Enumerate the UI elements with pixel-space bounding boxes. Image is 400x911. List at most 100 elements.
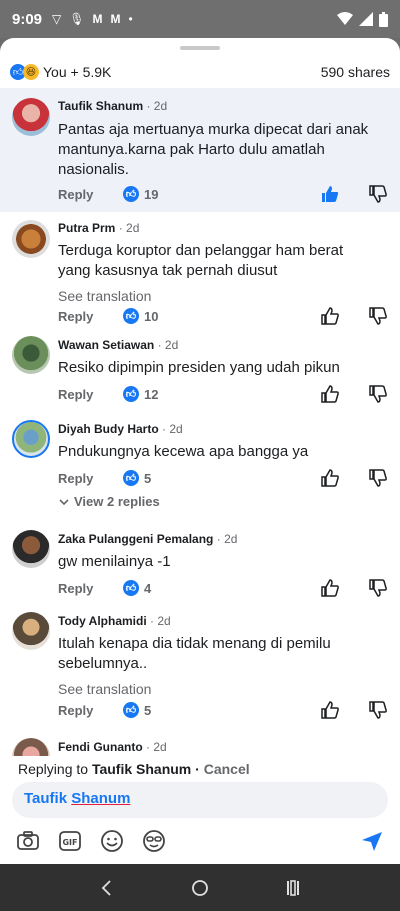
comment-actions: Reply 👍︎ 10 <box>58 306 400 326</box>
comment-item: Taufik Shanum · 2d Pantas aja mertuanya … <box>0 88 400 212</box>
like-button-icon[interactable] <box>320 700 340 720</box>
comment-author[interactable]: Putra Prm · 2d <box>58 221 139 235</box>
comment-actions: Reply 👍︎ 5 <box>58 700 400 720</box>
see-translation-link[interactable]: See translation <box>58 681 151 697</box>
avatar[interactable] <box>12 220 50 258</box>
avatar[interactable] <box>12 738 50 758</box>
notification-icons: ▽ 🎙︎ M M • <box>52 12 133 26</box>
comment-actions: Reply 👍︎ 12 <box>58 384 400 404</box>
status-time: 9:09 <box>12 10 43 28</box>
avatar[interactable] <box>12 98 50 136</box>
like-icon: 👍︎ <box>123 580 139 596</box>
avatar[interactable] <box>12 530 50 568</box>
comment-actions: Reply 👍︎ 5 <box>58 468 400 488</box>
avatar[interactable] <box>12 420 50 458</box>
reply-button[interactable]: Reply <box>58 581 123 596</box>
dislike-button-icon[interactable] <box>368 700 388 720</box>
like-count: 👍︎ 5 <box>123 470 151 486</box>
like-button-icon[interactable] <box>320 184 340 204</box>
haha-reaction-icon: 😆︎ <box>23 64 39 80</box>
avatar[interactable] <box>12 612 50 650</box>
dot-icon: • <box>128 12 133 26</box>
wifi-icon <box>337 12 353 25</box>
like-count: 👍︎ 4 <box>123 580 151 596</box>
dislike-button-icon[interactable] <box>368 468 388 488</box>
comment-author[interactable]: Zaka Pulanggeni Pemalang · 2d <box>58 532 237 546</box>
home-icon[interactable] <box>190 878 210 898</box>
gif-icon[interactable]: GIF <box>58 829 82 853</box>
like-button-icon[interactable] <box>320 468 340 488</box>
avatar-sticker-icon[interactable] <box>142 829 166 853</box>
comment-actions: Reply 👍︎ 19 <box>58 184 400 204</box>
comment-author[interactable]: Taufik Shanum · 2d <box>58 99 167 113</box>
like-button-icon[interactable] <box>320 306 340 326</box>
comment-item: Tody Alphamidi · 2d Itulah kenapa dia ti… <box>0 608 400 732</box>
see-translation-link[interactable]: See translation <box>58 288 151 304</box>
system-nav-bar <box>0 864 400 911</box>
comment-input[interactable]: Taufik Shanum <box>12 782 388 818</box>
comment-item: Diyah Budy Harto · 2d Pndukungnya kecewa… <box>0 416 400 524</box>
comment-text: Pantas aja mertuanya murka dipecat dari … <box>58 121 369 178</box>
comment-author[interactable]: Tody Alphamidi · 2d <box>58 614 171 628</box>
comment-text: gw menilainya -1 <box>58 553 171 570</box>
back-icon[interactable] <box>97 878 117 898</box>
gmail-icon: M <box>92 12 103 26</box>
vpn-icon: ▽ <box>52 12 62 26</box>
like-icon: 👍︎ <box>123 470 139 486</box>
comment-item: Putra Prm · 2d Terduga koruptor dan pela… <box>0 212 400 332</box>
comment-author[interactable]: Diyah Budy Harto · 2d <box>58 422 183 436</box>
comment-list[interactable]: Taufik Shanum · 2d Pantas aja mertuanya … <box>0 88 400 758</box>
comment-text: Resiko dipimpin presiden yang udah pikun <box>58 359 340 376</box>
reply-button[interactable]: Reply <box>58 309 123 324</box>
mention-first-name: Taufik <box>24 790 68 807</box>
comment-actions: Reply 👍︎ 4 <box>58 578 400 598</box>
gmail-icon: M <box>110 12 121 26</box>
drag-handle[interactable] <box>180 46 220 50</box>
dislike-button-icon[interactable] <box>368 578 388 598</box>
dislike-button-icon[interactable] <box>368 184 388 204</box>
comment-author[interactable]: Wawan Setiawan · 2d <box>58 338 178 352</box>
avatar[interactable] <box>12 336 50 374</box>
like-button-icon[interactable] <box>320 578 340 598</box>
battery-icon <box>379 11 388 27</box>
camera-icon[interactable] <box>16 829 40 853</box>
cancel-reply-link[interactable]: Cancel <box>204 761 250 777</box>
comment-text: Terduga koruptor dan pelanggar ham berat… <box>58 242 344 279</box>
like-count: 👍︎ 19 <box>123 186 158 202</box>
comment-text: Pndukungnya kecewa apa bangga ya <box>58 443 309 460</box>
comment-item: Wawan Setiawan · 2d Resiko dipimpin pres… <box>0 332 400 416</box>
comment-item: Zaka Pulanggeni Pemalang · 2d gw menilai… <box>0 524 400 608</box>
dislike-button-icon[interactable] <box>368 306 388 326</box>
reaction-count: You + 5.9K <box>43 64 112 80</box>
send-icon[interactable] <box>360 829 384 853</box>
chevron-down-icon <box>59 498 69 505</box>
dislike-button-icon[interactable] <box>368 384 388 404</box>
composer-toolbar: GIF <box>0 824 400 858</box>
signal-icon <box>359 12 373 26</box>
comment-item: Fendi Gunanto · 2d <box>0 732 400 758</box>
comment-text: Itulah kenapa dia tidak menang di pemilu… <box>58 635 331 672</box>
mention-last-name: Shanum <box>71 790 131 807</box>
recents-icon[interactable] <box>283 878 303 898</box>
comments-sheet: 👍︎ 😆︎ You + 5.9K 590 shares Taufik Shanu… <box>0 38 400 864</box>
like-icon: 👍︎ <box>123 386 139 402</box>
reply-button[interactable]: Reply <box>58 471 123 486</box>
like-icon: 👍︎ <box>123 186 139 202</box>
like-button-icon[interactable] <box>320 384 340 404</box>
view-replies-button[interactable]: View 2 replies <box>58 494 160 509</box>
comment-author[interactable]: Fendi Gunanto · 2d <box>58 740 167 754</box>
like-icon: 👍︎ <box>123 308 139 324</box>
like-icon: 👍︎ <box>123 702 139 718</box>
replying-to-name: Taufik Shanum <box>91 761 192 777</box>
reply-button[interactable]: Reply <box>58 187 123 202</box>
status-bar: 9:09 ▽ 🎙︎ M M • <box>0 0 400 38</box>
reaction-summary[interactable]: 👍︎ 😆︎ You + 5.9K 590 shares <box>0 58 400 86</box>
mic-icon: 🎙︎ <box>69 12 85 26</box>
reply-button[interactable]: Reply <box>58 387 123 402</box>
shares-count[interactable]: 590 shares <box>321 64 390 80</box>
svg-text:GIF: GIF <box>62 838 77 847</box>
like-count: 👍︎ 10 <box>123 308 158 324</box>
reply-button[interactable]: Reply <box>58 703 123 718</box>
like-count: 👍︎ 5 <box>123 702 151 718</box>
emoji-icon[interactable] <box>100 829 124 853</box>
